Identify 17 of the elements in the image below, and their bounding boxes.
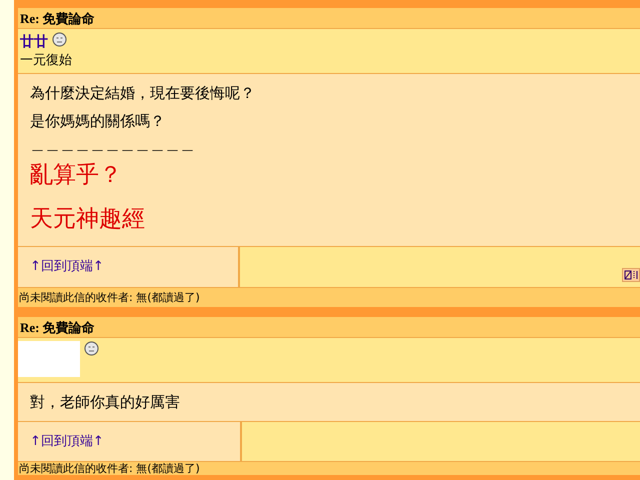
signature-text: 亂算乎？ [30, 162, 122, 187]
signature-text: 天元神趣經 [30, 206, 145, 231]
unread-status: 尚未閱讀此信的收件者: 無(都讀過了) [18, 288, 640, 307]
author-signature: 一元復始 [19, 53, 73, 68]
body-text: 對，老師你真的好厲害 [30, 393, 180, 411]
separator-line: ＿＿＿＿＿＿＿＿＿＿＿ [30, 135, 195, 153]
body-text: 為什麼決定結婚，現在要後悔呢？ [30, 84, 255, 102]
unread-status: 尚未閱讀此信的收件者: 無(都讀過了) [18, 462, 640, 475]
back-to-top-link[interactable]: ↑回到頂端↑ [30, 259, 104, 274]
back-to-top-link[interactable]: ↑回到頂端↑ [30, 434, 104, 449]
emoticon-icon [52, 32, 67, 47]
author-name[interactable]: 廿廿 [18, 32, 48, 53]
body-text: 是你媽媽的關係嗎？ [30, 112, 165, 130]
edit-icon[interactable] [622, 268, 640, 282]
post-title: Re: 免費論命 [18, 8, 640, 29]
emoticon-icon [84, 341, 99, 356]
post-title: Re: 免費論命 [18, 317, 640, 338]
